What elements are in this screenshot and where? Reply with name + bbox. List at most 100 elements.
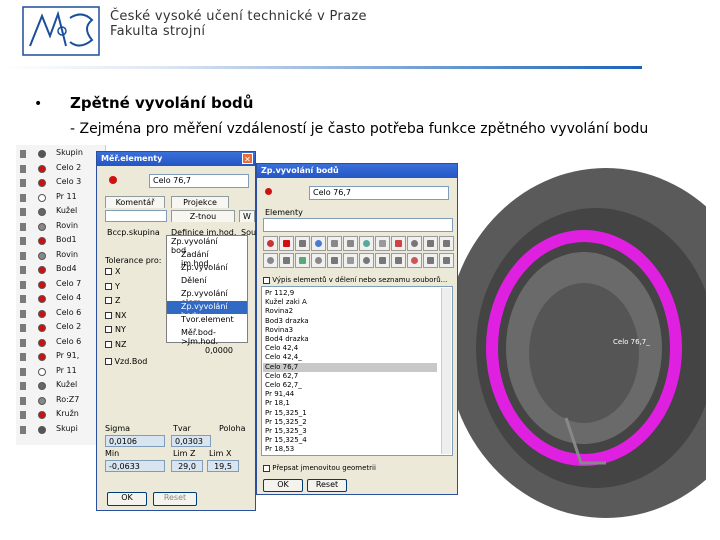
- tree-item[interactable]: Ro:Z7: [16, 394, 106, 408]
- tab-projekce[interactable]: Projekce: [171, 196, 229, 208]
- prepsat-checkbox[interactable]: Přepsat jmenovitou geometrii: [263, 464, 376, 472]
- element-type-button[interactable]: [439, 253, 454, 268]
- tvar-field[interactable]: 0,0303: [171, 435, 211, 447]
- list-scrollbar[interactable]: [441, 288, 451, 454]
- mereni-value-field[interactable]: Celo 76,7: [149, 174, 249, 188]
- element-type-button[interactable]: [343, 253, 358, 268]
- tree-item[interactable]: Bod4: [16, 263, 106, 277]
- zp-ok-button[interactable]: OK: [263, 479, 303, 492]
- element-list-item[interactable]: Kužel zaki A: [263, 298, 437, 307]
- tree-item[interactable]: Kužel: [16, 379, 106, 393]
- element-type-button[interactable]: [391, 253, 406, 268]
- tree-item[interactable]: Rovin: [16, 220, 106, 234]
- dropdown-item[interactable]: Zp.vyvolání: [167, 262, 247, 275]
- element-type-button[interactable]: [295, 253, 310, 268]
- zp-reset-button[interactable]: Reset: [307, 479, 347, 492]
- element-type-button[interactable]: [263, 236, 278, 251]
- 3d-viewport[interactable]: Celo 76,7_: [456, 163, 706, 520]
- tab-zatnou[interactable]: Z-tnou: [171, 210, 235, 222]
- min-field[interactable]: -0,0633: [105, 460, 165, 472]
- tree-item[interactable]: Celo 2: [16, 162, 106, 176]
- axis-checkbox-nx[interactable]: NX: [105, 311, 126, 320]
- zp-value-field[interactable]: Celo 76,7: [309, 186, 449, 200]
- element-type-button[interactable]: [343, 236, 358, 251]
- element-type-button[interactable]: [263, 253, 278, 268]
- tree-item[interactable]: Celo 7: [16, 278, 106, 292]
- mereni-reset-button[interactable]: Reset: [153, 492, 197, 506]
- dropdown-item[interactable]: Tvor.element: [167, 314, 247, 327]
- element-type-button[interactable]: [359, 253, 374, 268]
- element-type-button[interactable]: [279, 236, 294, 251]
- element-list-item[interactable]: Bod3 drazka: [263, 317, 437, 326]
- tree-item[interactable]: Kužel: [16, 205, 106, 219]
- close-icon[interactable]: ✕: [242, 153, 253, 164]
- axis-checkbox-x[interactable]: X: [105, 267, 120, 276]
- tree-item[interactable]: Bod1: [16, 234, 106, 248]
- element-list-item[interactable]: Pr 15,325_1: [263, 409, 437, 418]
- element-type-button[interactable]: [423, 236, 438, 251]
- element-list-item[interactable]: Pr 112,9: [263, 289, 437, 298]
- element-list-item[interactable]: Pr 15,325_3: [263, 427, 437, 436]
- element-list-item[interactable]: Pr 91,44: [263, 390, 437, 399]
- lim-z-field[interactable]: 29,0: [171, 460, 203, 472]
- dropdown-item[interactable]: Dělení: [167, 275, 247, 288]
- vypis-checkbox[interactable]: Výpis elementů v dělení nebo seznamu sou…: [263, 276, 447, 284]
- dropdown-item[interactable]: Zadání jm.hod.: [167, 249, 247, 268]
- element-type-button[interactable]: [407, 236, 422, 251]
- element-list-item[interactable]: Pr 18,53: [263, 445, 437, 454]
- dropdown-top-item[interactable]: Zp.vyvolání bod: [167, 236, 247, 255]
- tree-item[interactable]: Celo 3: [16, 176, 106, 190]
- axis-checkbox-ny[interactable]: NY: [105, 325, 126, 334]
- tree-item[interactable]: Celo 2: [16, 321, 106, 335]
- tree-item[interactable]: Pr 91,: [16, 350, 106, 364]
- tree-item[interactable]: Celo 6: [16, 336, 106, 350]
- tab-komentar[interactable]: Komentář: [105, 196, 165, 208]
- element-list-item[interactable]: Celo 62,7: [263, 372, 437, 381]
- element-type-button[interactable]: [279, 253, 294, 268]
- axis-checkbox-y[interactable]: Y: [105, 282, 120, 291]
- tree-item[interactable]: Skupin: [16, 147, 106, 161]
- tree-item[interactable]: Celo 4: [16, 292, 106, 306]
- elementy-field[interactable]: [263, 218, 453, 232]
- element-type-button[interactable]: [375, 236, 390, 251]
- element-list-item[interactable]: Pr 15,325_4: [263, 436, 437, 445]
- element-list-item[interactable]: Pr 18,1: [263, 399, 437, 408]
- element-type-button[interactable]: [327, 236, 342, 251]
- axis-checkbox-z[interactable]: Z: [105, 296, 120, 305]
- element-list-item[interactable]: Celo 42,4_: [263, 353, 437, 362]
- element-type-button[interactable]: [359, 236, 374, 251]
- element-type-button[interactable]: [423, 253, 438, 268]
- element-list[interactable]: Pr 112,9 Kužel zaki A Rovina2 Bod3 drazka Ro…: [261, 286, 453, 456]
- tree-item[interactable]: Pr 11: [16, 191, 106, 205]
- element-list-item[interactable]: Bod4 drazka: [263, 335, 437, 344]
- element-type-button[interactable]: [407, 253, 422, 268]
- mereni-ok-button[interactable]: OK: [107, 492, 147, 506]
- element-list-item[interactable]: Celo 76,7: [263, 362, 437, 372]
- tree-item[interactable]: Kružn: [16, 408, 106, 422]
- element-type-button[interactable]: [295, 236, 310, 251]
- lim-x-field[interactable]: 19,5: [207, 460, 239, 472]
- element-type-button[interactable]: [391, 236, 406, 251]
- dropdown-item[interactable]: Měř.bod->Jm.hod.: [167, 327, 247, 346]
- skupina-select[interactable]: [105, 210, 167, 222]
- element-list-item[interactable]: Rovina2: [263, 307, 437, 316]
- definice-dropdown[interactable]: Zp.vyvolání bod Zadání jm.hod. Zp.vyvolán…: [166, 235, 248, 346]
- tab-w[interactable]: W: [239, 210, 255, 222]
- tree-item[interactable]: Rovin: [16, 249, 106, 263]
- element-list-item[interactable]: Celo 42,4: [263, 344, 437, 353]
- element-type-button[interactable]: [311, 253, 326, 268]
- element-type-button[interactable]: [375, 253, 390, 268]
- vzdbod-checkbox[interactable]: Vzd.Bod: [105, 357, 147, 366]
- element-type-button[interactable]: [439, 236, 454, 251]
- tree-item[interactable]: Celo 6: [16, 307, 106, 321]
- element-list-item[interactable]: Celo 62,7_: [263, 381, 437, 390]
- element-type-button[interactable]: [311, 236, 326, 251]
- tree-item[interactable]: Pr 11: [16, 365, 106, 379]
- element-list-item[interactable]: Pr 15,325_2: [263, 418, 437, 427]
- dropdown-item[interactable]: Zp.vyvolání elem: [167, 288, 247, 307]
- element-type-button[interactable]: [327, 253, 342, 268]
- axis-checkbox-nz[interactable]: NZ: [105, 340, 126, 349]
- element-list-item[interactable]: Rovina3: [263, 326, 437, 335]
- dropdown-item[interactable]: Zp.vyvolání bodu: [167, 301, 247, 320]
- sigma-field[interactable]: 0,0106: [105, 435, 165, 447]
